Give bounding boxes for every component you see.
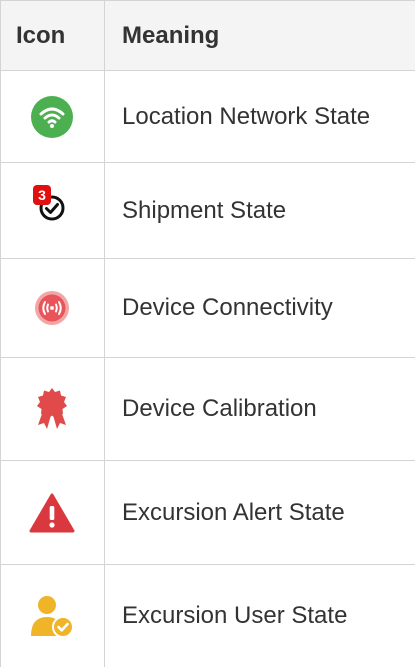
header-meaning: Meaning	[122, 21, 220, 49]
header-icon: Icon	[16, 21, 66, 49]
broadcast-device-icon	[35, 291, 69, 325]
shipment-count-badge: 3	[33, 185, 51, 205]
warning-triangle-icon	[29, 493, 75, 532]
icon-legend-table: Icon Meaning Location Network State 3 Sh…	[0, 0, 415, 667]
table-row: Device Connectivity	[0, 259, 415, 358]
table-row: 3 Shipment State	[0, 163, 415, 259]
user-check-icon	[31, 596, 74, 638]
meaning-excursion-user-state: Excursion User State	[122, 602, 348, 629]
table-row: Device Calibration	[0, 358, 415, 461]
meaning-device-connectivity: Device Connectivity	[122, 294, 333, 321]
table-row: Location Network State	[0, 71, 415, 163]
wifi-circle-icon	[31, 95, 73, 138]
table-row: Excursion Alert State	[0, 461, 415, 565]
table-row: Excursion User State	[0, 565, 415, 667]
award-ribbon-icon	[37, 388, 67, 429]
meaning-device-calibration: Device Calibration	[122, 395, 317, 422]
meaning-shipment-state: Shipment State	[122, 196, 287, 224]
meaning-excursion-alert-state: Excursion Alert State	[122, 498, 345, 526]
meaning-location-network-state: Location Network State	[122, 102, 371, 130]
